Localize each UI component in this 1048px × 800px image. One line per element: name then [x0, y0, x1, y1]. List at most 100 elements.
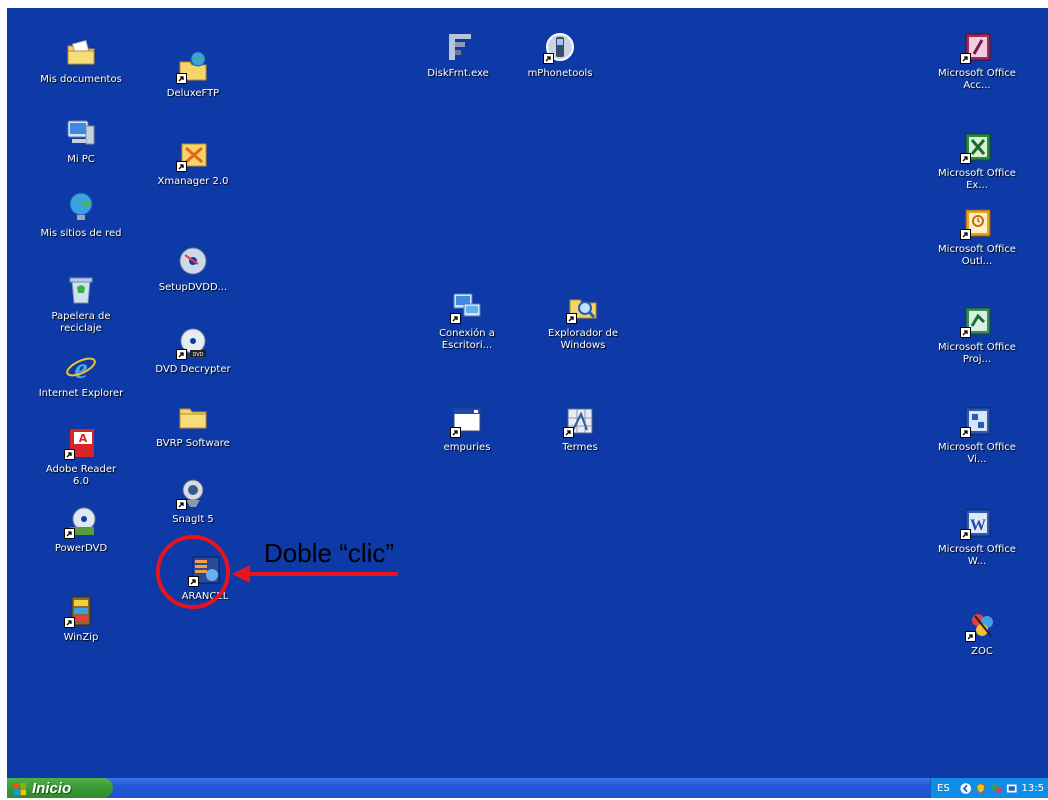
desktop-icon-conexion-escritorio[interactable]: Conexión a Escritori... [424, 290, 510, 352]
deluxeftp-icon [176, 50, 210, 84]
desktop-icon-office-access[interactable]: Microsoft Office Acc... [934, 30, 1020, 92]
desktop-icon-label: Termes [562, 442, 598, 453]
shortcut-arrow-icon [566, 313, 577, 324]
desktop-icon-diskfrnt[interactable]: DiskFrnt.exe [415, 30, 501, 80]
desktop-icon-powerdvd[interactable]: PowerDVD [38, 505, 124, 555]
shortcut-arrow-icon [543, 53, 554, 64]
desktop-icon-label: Internet Explorer [38, 388, 124, 399]
desktop-icon-mi-pc[interactable]: Mi PC [38, 116, 124, 166]
clock[interactable]: 13:5 [1022, 783, 1048, 794]
security-shield-icon[interactable] [975, 782, 986, 795]
microsoft-visio-icon [960, 404, 994, 438]
microsoft-access-icon [960, 30, 994, 64]
desktop-icon-label: Conexión a Escritori... [439, 328, 495, 351]
desktop-icon-label: DVD Decrypter [155, 364, 231, 375]
desktop-icon-label: ZOC [971, 646, 993, 657]
microsoft-outlook-icon [960, 206, 994, 240]
arancel-icon [188, 553, 222, 587]
desktop-icon-label: empuries [443, 442, 491, 453]
desktop-icon-empuries[interactable]: empuries [424, 404, 510, 454]
desktop-icon-label: Xmanager 2.0 [157, 176, 229, 187]
desktop-icon-winzip[interactable]: WinZip [38, 594, 124, 644]
desktop-icon-label: WinZip [63, 632, 99, 643]
folder-icon [176, 400, 210, 434]
desktop-icon-label: Papelera de reciclaje [51, 311, 111, 334]
desktop-icon-label: Mis documentos [40, 74, 122, 85]
shortcut-arrow-icon [960, 427, 971, 438]
svg-text:e: e [74, 352, 87, 384]
taskbar: Inicio ES 13:5 [7, 778, 1048, 798]
microsoft-excel-icon [960, 130, 994, 164]
desktop-icon-office-word[interactable]: W Microsoft Office W... [934, 506, 1020, 568]
tray-chevron-icon[interactable] [960, 782, 971, 795]
start-button[interactable]: Inicio [7, 778, 113, 798]
desktop-icon-label: Explorador de Windows [548, 328, 618, 351]
desktop-icon-mis-sitios-de-red[interactable]: Mis sitios de red [38, 190, 124, 240]
shortcut-arrow-icon [188, 576, 199, 587]
desktop: Mis documentos Mi PC Mis sitios de red P… [7, 8, 1048, 778]
folder-documents-icon [64, 36, 98, 70]
snagit-icon [176, 476, 210, 510]
windows-explorer-icon [566, 290, 600, 324]
network-places-icon [64, 190, 98, 224]
shortcut-arrow-icon [176, 499, 187, 510]
language-indicator[interactable]: ES [937, 783, 950, 794]
shortcut-arrow-icon [176, 349, 187, 360]
desktop-icon-mis-documentos[interactable]: Mis documentos [38, 36, 124, 86]
shortcut-arrow-icon [64, 449, 75, 460]
desktop-icon-label: mPhonetools [527, 68, 593, 79]
remote-desktop-icon [450, 290, 484, 324]
desktop-icon-office-visio[interactable]: Microsoft Office Vi... [934, 404, 1020, 466]
desktop-icon-snagit[interactable]: SnagIt 5 [150, 476, 236, 526]
desktop-icon-label: Microsoft Office W... [938, 544, 1016, 567]
shortcut-arrow-icon [64, 528, 75, 539]
desktop-icon-mphonetools[interactable]: mPhonetools [517, 30, 603, 80]
desktop-icon-label: DiskFrnt.exe [427, 68, 489, 79]
system-tray: ES 13:5 [930, 778, 1048, 798]
shortcut-arrow-icon [563, 427, 574, 438]
desktop-icon-arancel[interactable]: ARANCEL [162, 553, 248, 603]
shortcut-arrow-icon [965, 631, 976, 642]
dvd-decrypter-icon: DVD [176, 326, 210, 360]
desktop-icon-internet-explorer[interactable]: e Internet Explorer [38, 350, 124, 400]
desktop-icon-label: Mi PC [67, 154, 95, 165]
desktop-icon-office-project[interactable]: Microsoft Office Proj... [934, 304, 1020, 366]
desktop-icon-explorador-windows[interactable]: Explorador de Windows [540, 290, 626, 352]
desktop-icon-zoc[interactable]: ZOC [939, 608, 1025, 658]
desktop-icon-label: Microsoft Office Ex... [938, 168, 1016, 191]
annotation-text: Doble “clic” [264, 538, 395, 568]
desktop-icon-setupdvdd[interactable]: SetupDVDD... [150, 244, 236, 294]
svg-text:A: A [79, 432, 88, 445]
volume-icon[interactable] [1006, 782, 1017, 795]
desktop-icon-deluxeftp[interactable]: DeluxeFTP [150, 50, 236, 100]
microsoft-word-icon: W [960, 506, 994, 540]
windows-logo-icon [13, 781, 27, 795]
desktop-icon-papelera[interactable]: Papelera de reciclaje [38, 273, 124, 335]
desktop-icon-label: Microsoft Office Outl... [938, 244, 1016, 267]
microsoft-project-icon [960, 304, 994, 338]
desktop-icon-adobe-reader[interactable]: A Adobe Reader 6.0 [38, 426, 124, 488]
recycle-bin-icon [64, 273, 98, 307]
desktop-icon-label: Adobe Reader 6.0 [45, 464, 117, 487]
computer-icon [64, 116, 98, 150]
shortcut-arrow-icon [960, 53, 971, 64]
start-button-label: Inicio [32, 779, 72, 797]
desktop-icon-label: SnagIt 5 [172, 514, 214, 525]
xmanager-icon [176, 138, 210, 172]
desktop-icon-xmanager[interactable]: Xmanager 2.0 [150, 138, 236, 188]
internet-explorer-icon: e [64, 350, 98, 384]
zoc-icon [965, 608, 999, 642]
network-icon[interactable] [991, 782, 1002, 795]
desktop-icon-label: Mis sitios de red [40, 228, 122, 239]
desktop-icon-office-outlook[interactable]: Microsoft Office Outl... [934, 206, 1020, 268]
desktop-icon-label: BVRP Software [156, 438, 230, 449]
powerdvd-icon [64, 505, 98, 539]
desktop-icon-office-excel[interactable]: Microsoft Office Ex... [934, 130, 1020, 192]
desktop-icon-termes[interactable]: Termes [537, 404, 623, 454]
desktop-icon-bvrp-software[interactable]: BVRP Software [150, 400, 236, 450]
shortcut-arrow-icon [960, 153, 971, 164]
shortcut-arrow-icon [64, 617, 75, 628]
shortcut-arrow-icon [450, 313, 461, 324]
winzip-icon [64, 594, 98, 628]
desktop-icon-dvd-decrypter[interactable]: DVD DVD Decrypter [150, 326, 236, 376]
